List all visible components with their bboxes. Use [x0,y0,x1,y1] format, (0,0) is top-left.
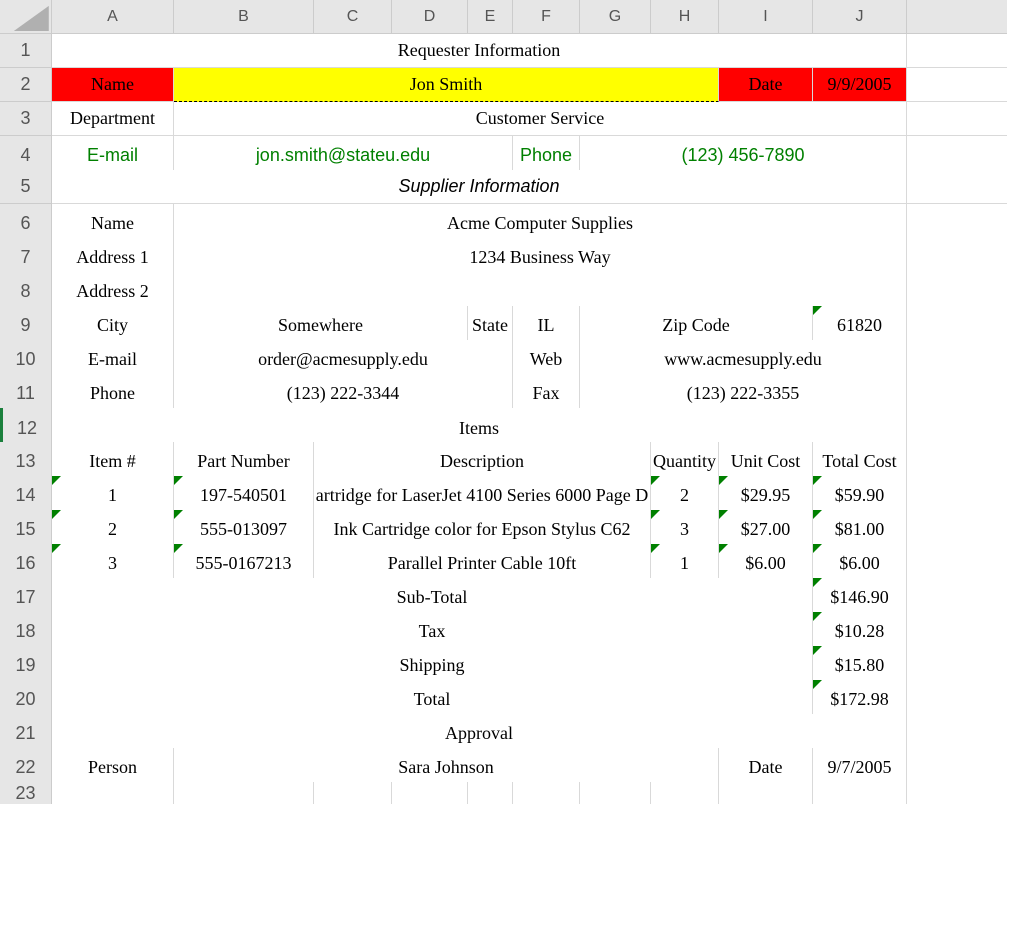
col-header[interactable]: I [719,0,813,34]
cell[interactable] [719,782,813,804]
requester-name[interactable]: Jon Smith [174,68,719,102]
requester-section-title[interactable]: Requester Information [52,34,907,68]
row-header[interactable]: 5 [0,170,52,204]
row-header[interactable]: 1 [0,34,52,68]
requester-dept-label[interactable]: Department [52,102,174,136]
col-header[interactable]: H [651,0,719,34]
requester-dept[interactable]: Customer Service [174,102,907,136]
cell[interactable] [580,782,651,804]
requester-name-label[interactable]: Name [52,68,174,102]
col-header[interactable]: D [392,0,468,34]
cell[interactable] [468,782,513,804]
col-header[interactable]: A [52,0,174,34]
col-header[interactable]: C [314,0,392,34]
cell[interactable] [392,782,468,804]
row-header[interactable]: 3 [0,102,52,136]
col-header[interactable]: E [468,0,513,34]
row-header[interactable]: 23 [0,782,52,804]
spreadsheet[interactable]: A B C D E F G H I J 1 Requester Informat… [0,0,1018,816]
cell[interactable] [174,782,314,804]
requester-date-label[interactable]: Date [719,68,813,102]
col-header[interactable]: F [513,0,580,34]
col-header[interactable]: J [813,0,907,34]
cell[interactable] [907,782,1007,804]
cell[interactable] [813,782,907,804]
cell[interactable] [314,782,392,804]
col-header[interactable] [907,0,1007,34]
cell[interactable] [513,782,580,804]
col-header[interactable]: G [580,0,651,34]
cell[interactable] [907,34,1007,68]
cell[interactable] [651,782,719,804]
cell[interactable] [907,102,1007,136]
supplier-section-title[interactable]: Supplier Information [52,170,907,204]
cell[interactable] [907,170,1007,204]
requester-date[interactable]: 9/9/2005 [813,68,907,102]
cell[interactable] [907,68,1007,102]
col-header[interactable]: B [174,0,314,34]
row-header[interactable]: 2 [0,68,52,102]
select-all-corner[interactable] [0,0,52,34]
cell[interactable] [52,782,174,804]
